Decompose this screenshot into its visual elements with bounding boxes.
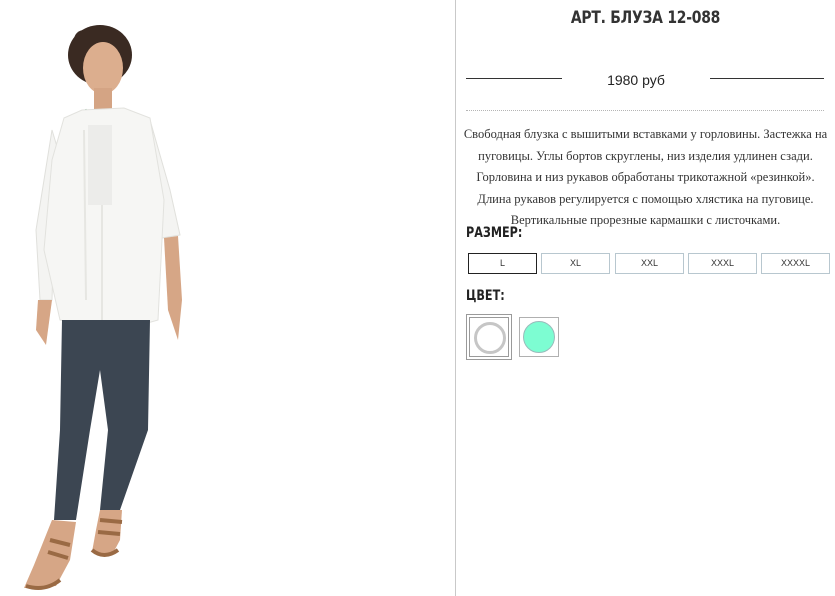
color-label: ЦВЕТ: bbox=[466, 288, 505, 304]
product-photo bbox=[0, 0, 455, 596]
mint-color-dot bbox=[523, 321, 555, 353]
size-option-xl[interactable]: XL bbox=[541, 253, 610, 274]
product-title: АРТ. БЛУЗА 12-088 bbox=[570, 8, 721, 28]
dotted-separator bbox=[466, 110, 824, 111]
size-option-xxxxl[interactable]: XXXXL bbox=[761, 253, 830, 274]
product-price: 1980 руб bbox=[607, 72, 665, 88]
product-description: Свободная блузка с вышитыми вставками у … bbox=[463, 127, 828, 227]
model-illustration bbox=[24, 25, 182, 590]
size-option-xxxl[interactable]: XXXL bbox=[688, 253, 757, 274]
color-swatch-mint[interactable] bbox=[519, 317, 559, 357]
price-rule-right bbox=[710, 78, 824, 79]
size-option-xxl[interactable]: XXL bbox=[615, 253, 684, 274]
white-color-dot bbox=[474, 322, 506, 354]
color-swatch-white[interactable] bbox=[466, 314, 512, 360]
size-option-l[interactable]: L bbox=[468, 253, 537, 274]
price-rule-left bbox=[466, 78, 562, 79]
size-label: РАЗМЕР: bbox=[466, 225, 523, 241]
size-selector: L XL XXL XXXL XXXXL bbox=[468, 253, 832, 274]
product-info-panel: АРТ. БЛУЗА 12-088 1980 руб Свободная блу… bbox=[456, 0, 835, 596]
price-row: 1980 руб bbox=[466, 68, 824, 94]
